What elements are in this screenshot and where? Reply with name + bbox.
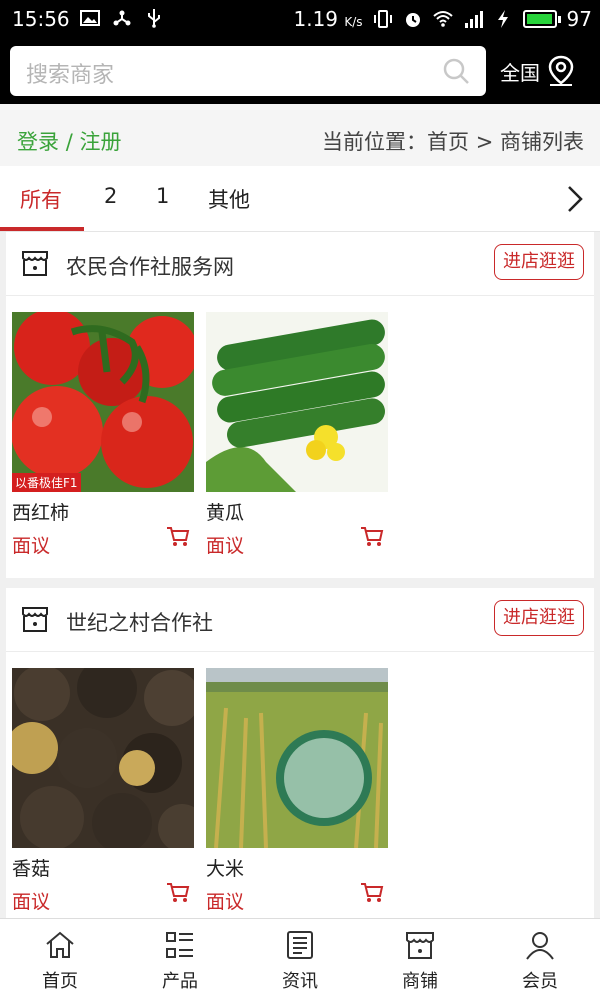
store-icon [22,251,48,276]
region-selector[interactable]: 全国 [500,52,576,90]
nav-member[interactable]: 会员 [480,929,600,993]
bottom-nav: 首页 产品 资讯 商铺 会员 [0,918,600,1000]
signal-4g-icon [464,11,483,28]
product-name: 香菇 [12,858,51,880]
status-bar: 15:56 1.19 K/s 97 [0,0,600,40]
search-icon[interactable] [442,57,470,85]
product-card[interactable]: 香菇 面议 [12,668,194,914]
link-separator: / [65,130,73,154]
login-link[interactable]: 登录 [17,130,59,154]
search-input[interactable]: 搜索商家 [10,46,486,96]
product-image-mushrooms[interactable] [12,668,194,848]
product-card[interactable]: 黄瓜 面议 [206,312,388,558]
store-icon [406,932,434,959]
product-image-cucumbers[interactable] [206,312,388,492]
nav-news[interactable]: 资讯 [240,929,360,993]
category-tabs: 所有 2 1 其他 [0,166,600,232]
nav-stores[interactable]: 商铺 [360,929,480,993]
user-icon [526,932,554,960]
tab-2[interactable]: 2 [104,184,117,208]
alarm-icon [405,13,420,27]
product-name: 西红柿 [12,502,70,524]
chevron-right-icon[interactable] [564,184,586,214]
enter-shop-button[interactable]: 进店逛逛 [494,244,584,280]
share-notification-icon [113,10,131,26]
tab-all[interactable]: 所有 [20,184,62,214]
add-to-cart-icon[interactable] [360,526,384,548]
add-to-cart-icon[interactable] [166,882,190,904]
tab-other[interactable]: 其他 [208,184,250,214]
tab-1[interactable]: 1 [156,184,169,208]
shop-name: 世纪之村合作社 [66,611,213,635]
product-grid: 以番极佳F1 西红柿 面议 黄瓜 面议 [6,296,594,576]
battery-icon [522,10,561,28]
product-image-tag: 以番极佳F1 [12,473,81,492]
wifi-icon [432,11,453,27]
product-grid: 香菇 面议 大米 面议 [6,652,594,932]
nav-home[interactable]: 首页 [0,929,120,993]
image-notification-icon [80,10,100,26]
top-header: 15:56 1.19 K/s 97 搜索商家 全国 [0,0,600,104]
charging-icon [497,10,508,28]
product-image-tomatoes[interactable]: 以番极佳F1 [12,312,194,492]
breadcrumb: 当前位置：首页 > 商铺列表 [322,130,584,154]
active-tab-indicator [0,227,84,231]
product-card[interactable]: 以番极佳F1 西红柿 面议 [12,312,194,558]
location-pin-icon [548,55,574,86]
network-speed: 1.19 K/s [293,7,363,31]
news-icon [287,931,313,959]
shop-header: 世纪之村合作社 进店逛逛 [6,588,594,652]
product-name: 黄瓜 [206,502,245,524]
status-time: 15:56 [12,7,70,31]
vibrate-icon [373,10,392,28]
nav-products[interactable]: 产品 [120,929,240,993]
enter-shop-button[interactable]: 进店逛逛 [494,600,584,636]
product-image-rice[interactable] [206,668,388,848]
region-label: 全国 [500,60,540,85]
add-to-cart-icon[interactable] [360,882,384,904]
shop-name: 农民合作社服务网 [66,255,234,279]
product-name: 大米 [206,858,245,880]
product-card[interactable]: 大米 面议 [206,668,388,914]
add-to-cart-icon[interactable] [166,526,190,548]
shop-header: 农民合作社服务网 进店逛逛 [6,232,594,296]
home-icon [46,931,74,958]
register-link[interactable]: 注册 [79,130,121,154]
search-placeholder: 搜索商家 [26,63,115,88]
shop-card: 世纪之村合作社 进店逛逛 香菇 面议 大米 面议 [6,588,594,918]
battery-percent: 97 [566,7,592,31]
shop-card: 农民合作社服务网 进店逛逛 以番极佳F1 西红柿 面议 黄瓜 面议 [6,232,594,578]
list-icon [166,932,193,958]
usb-icon [148,9,160,28]
store-icon [22,607,48,632]
subheader-bar: 登录 / 注册 当前位置：首页 > 商铺列表 [0,104,600,166]
